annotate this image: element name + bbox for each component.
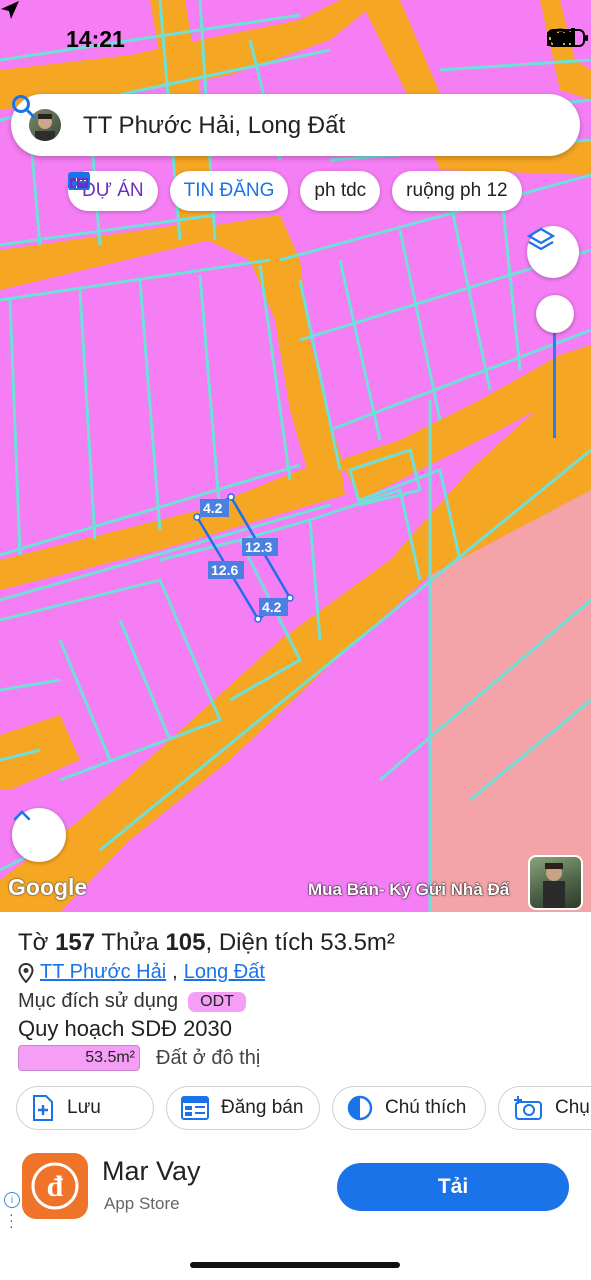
- battery-icon: [547, 29, 588, 47]
- search-icon[interactable]: [11, 94, 37, 120]
- listing-icon: [68, 172, 90, 190]
- plan-heading: Quy hoạch SDĐ 2030: [18, 1016, 233, 1041]
- ad-icon-glyph: đ: [47, 1170, 64, 1203]
- camera-add-icon: [514, 1096, 542, 1120]
- plan-legend: 53.5m² Đất ở đô thị: [18, 1045, 260, 1071]
- parcel-title: Tờ 157 Thửa 105, Diện tích 53.5m²: [18, 929, 395, 957]
- action-buttons: Lưu Đăng bán Chú thích Chụp: [16, 1086, 591, 1130]
- dimension-left: 12.6: [211, 562, 238, 578]
- ad-store-label: App Store: [104, 1194, 180, 1213]
- capture-button[interactable]: Chụp: [498, 1086, 591, 1130]
- ad-banner[interactable]: i · · · đ Mar Vay App Store Tải: [0, 1146, 591, 1242]
- chip-label: ph tdc: [314, 180, 367, 201]
- land-use-purpose: Mục đích sử dụng ODT: [18, 990, 246, 1013]
- layers-icon: [527, 227, 555, 251]
- sheet-label: Tờ: [18, 929, 49, 956]
- ward-link[interactable]: TT Phước Hải: [40, 961, 166, 984]
- dimension-right: 12.3: [245, 539, 272, 555]
- add-doc-icon: [33, 1095, 53, 1121]
- save-label: Lưu: [67, 1097, 101, 1118]
- district-link[interactable]: Long Đất: [184, 961, 265, 984]
- home-indicator[interactable]: [190, 1262, 400, 1268]
- sheet-number: 157: [55, 929, 96, 956]
- dimension-bottom: 4.2: [262, 599, 282, 615]
- lot-label: Thửa: [101, 929, 159, 956]
- chip-ruong-ph-12[interactable]: ruộng ph 12: [392, 171, 522, 211]
- opacity-slider-handle[interactable]: [536, 295, 574, 333]
- filter-chips: DỰ ÁN TIN ĐĂNG ph tdc ruộng ph 12: [68, 171, 522, 211]
- opacity-slider-track[interactable]: [553, 316, 556, 438]
- legend-button[interactable]: Chú thích: [332, 1086, 486, 1130]
- map-view[interactable]: 4.2 12.3 12.6 4.2 14:21 TT Phước Hải, Lo…: [0, 0, 591, 912]
- plan-area-swatch: 53.5m²: [18, 1045, 140, 1071]
- chip-tin-dang[interactable]: TIN ĐĂNG: [68, 171, 289, 211]
- search-input[interactable]: TT Phước Hải, Long Đất: [83, 112, 345, 140]
- chevron-up-icon: [13, 810, 31, 821]
- area-value: 53.5m²: [320, 929, 395, 956]
- dimension-top: 4.2: [203, 500, 223, 516]
- plan-type-label: Đất ở đô thị: [156, 1046, 261, 1069]
- parcel-address: TT Phước Hải, Long Đất: [18, 961, 265, 984]
- search-bar[interactable]: TT Phước Hải, Long Đất: [11, 94, 580, 156]
- chip-label: TIN ĐĂNG: [183, 180, 275, 201]
- location-arrow-icon: [1, 1, 19, 19]
- layers-button[interactable]: [527, 226, 579, 278]
- lot-number: 105: [165, 929, 206, 956]
- post-sale-button[interactable]: Đăng bán: [166, 1086, 320, 1130]
- owner-thumbnail[interactable]: [528, 855, 583, 910]
- download-button[interactable]: Tải: [337, 1163, 569, 1211]
- save-button[interactable]: Lưu: [16, 1086, 154, 1130]
- google-logo: Google: [8, 874, 88, 900]
- ad-app-name: Mar Vay: [102, 1156, 201, 1186]
- purpose-label: Mục đích sử dụng: [18, 990, 179, 1012]
- chip-ph-tdc[interactable]: ph tdc: [300, 171, 381, 211]
- capture-label: Chụp: [555, 1097, 591, 1118]
- contrast-icon: [347, 1095, 373, 1121]
- chip-label: DỰ ÁN: [82, 180, 144, 201]
- status-time: 14:21: [66, 26, 125, 52]
- legend-label: Chú thích: [385, 1097, 467, 1118]
- plan-area-value: 53.5m²: [85, 1049, 135, 1066]
- map-attribution: Mua Bán- Ký Gửi Nhà Đấ: [308, 880, 510, 899]
- location-pin-icon: [18, 962, 34, 983]
- area-label: , Diện tích: [205, 929, 314, 956]
- parcel-info-sheet: Tờ 157 Thửa 105, Diện tích 53.5m² TT Phư…: [0, 912, 591, 1280]
- table-icon: [181, 1096, 209, 1120]
- expand-up-button[interactable]: [12, 808, 66, 862]
- chip-label: ruộng ph 12: [406, 180, 508, 201]
- ad-app-icon[interactable]: đ: [22, 1153, 88, 1219]
- status-bar: 14:21: [0, 0, 591, 80]
- ad-more-icon[interactable]: · · ·: [9, 1207, 14, 1233]
- purpose-badge: ODT: [188, 991, 246, 1012]
- post-sale-label: Đăng bán: [221, 1097, 304, 1118]
